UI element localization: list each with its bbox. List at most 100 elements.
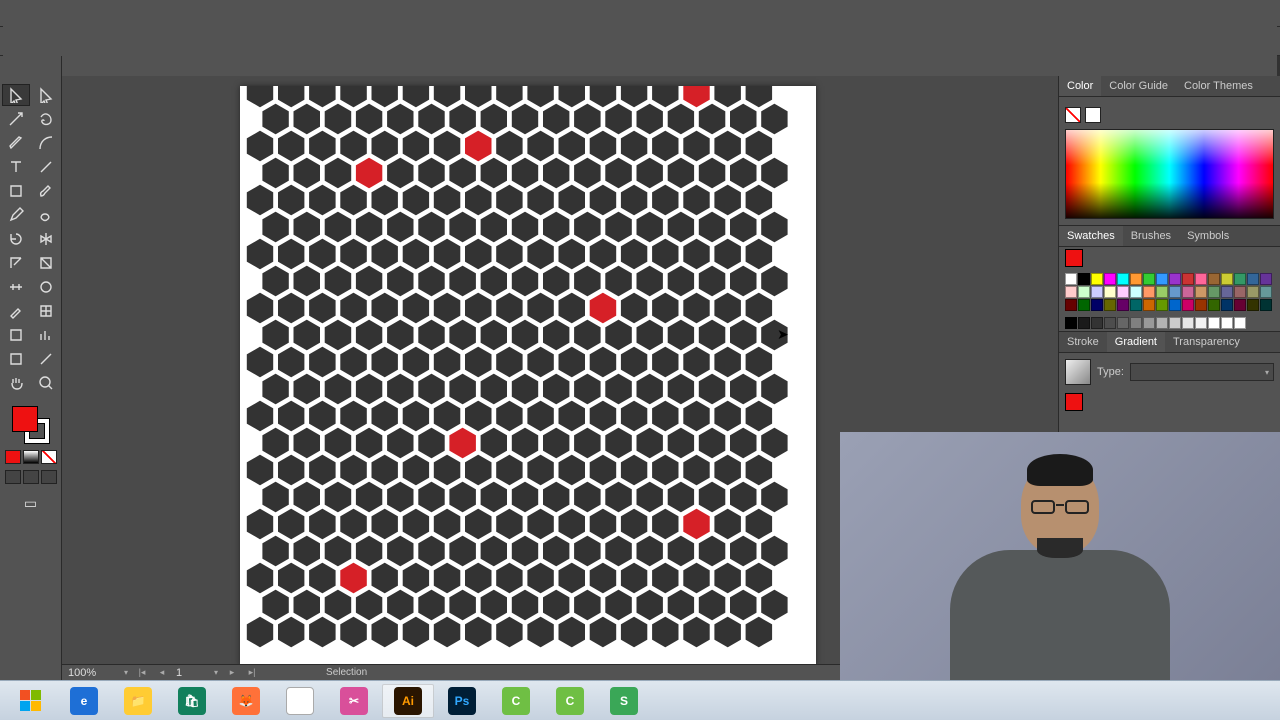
sheets-taskbar-icon[interactable]: S — [598, 684, 650, 718]
swatch[interactable] — [1221, 273, 1233, 285]
color-tab[interactable]: Color — [1059, 76, 1101, 96]
lasso-tool[interactable] — [32, 108, 60, 130]
paintbrush-tool[interactable] — [32, 180, 60, 202]
store-taskbar-icon[interactable]: 🛍 — [166, 684, 218, 718]
symbols-tab[interactable]: Symbols — [1179, 226, 1237, 246]
draw-behind-icon[interactable] — [23, 470, 39, 484]
magic-wand-tool[interactable] — [2, 108, 30, 130]
swatch[interactable] — [1221, 286, 1233, 298]
swatch[interactable] — [1117, 286, 1129, 298]
type-tool[interactable] — [2, 156, 30, 178]
mesh-tool[interactable] — [32, 300, 60, 322]
gradient-mode-icon[interactable] — [23, 450, 39, 464]
swatch[interactable] — [1104, 299, 1116, 311]
swatch[interactable] — [1221, 299, 1233, 311]
swatch[interactable] — [1182, 299, 1194, 311]
swatch[interactable] — [1130, 299, 1142, 311]
color-mode-icon[interactable] — [5, 450, 21, 464]
draw-inside-icon[interactable] — [41, 470, 57, 484]
gray-swatch[interactable] — [1130, 317, 1142, 329]
brushes-tab[interactable]: Brushes — [1123, 226, 1179, 246]
swatch[interactable] — [1247, 299, 1259, 311]
last-artboard-button[interactable]: ▸| — [246, 667, 258, 678]
swatch[interactable] — [1143, 286, 1155, 298]
camtasia2-taskbar-icon[interactable]: C — [544, 684, 596, 718]
current-swatch[interactable] — [1065, 249, 1083, 267]
illustrator-taskbar-icon[interactable]: Ai — [382, 684, 434, 718]
fill-white-swatch[interactable] — [1085, 107, 1101, 123]
swatch[interactable] — [1234, 299, 1246, 311]
gray-swatch[interactable] — [1078, 317, 1090, 329]
swatches-tab[interactable]: Swatches — [1059, 226, 1123, 246]
scale-tool[interactable] — [2, 252, 30, 274]
swatch[interactable] — [1169, 286, 1181, 298]
swatch[interactable] — [1104, 273, 1116, 285]
blob-brush-tool[interactable] — [32, 204, 60, 226]
swatch[interactable] — [1143, 273, 1155, 285]
zoom-tool[interactable] — [32, 372, 60, 394]
artboard-tool[interactable] — [2, 348, 30, 370]
swatch[interactable] — [1156, 273, 1168, 285]
screen-mode-icon[interactable]: ▭ — [17, 492, 45, 514]
swatch[interactable] — [1182, 286, 1194, 298]
line-tool[interactable] — [32, 156, 60, 178]
swatch[interactable] — [1234, 273, 1246, 285]
reflect-tool[interactable] — [32, 228, 60, 250]
fill-color-box[interactable] — [12, 406, 38, 432]
photoshop-taskbar-icon[interactable]: Ps — [436, 684, 488, 718]
swatch[interactable] — [1117, 273, 1129, 285]
next-artboard-button[interactable]: ▸ — [226, 667, 238, 678]
swatch[interactable] — [1130, 273, 1142, 285]
firefox-taskbar-icon[interactable]: 🦊 — [220, 684, 272, 718]
column-graph-tool[interactable] — [32, 324, 60, 346]
swatch[interactable] — [1156, 286, 1168, 298]
artboard-number-input[interactable] — [176, 667, 206, 679]
direct-selection-tool[interactable] — [32, 84, 60, 106]
zoom-input[interactable] — [68, 667, 116, 679]
swatch[interactable] — [1156, 299, 1168, 311]
gray-swatch[interactable] — [1221, 317, 1233, 329]
transparency-panel-tab[interactable]: Transparency — [1165, 332, 1248, 352]
swatch[interactable] — [1260, 273, 1272, 285]
explorer-taskbar-icon[interactable]: 📁 — [112, 684, 164, 718]
color-guide-tab[interactable]: Color Guide — [1101, 76, 1176, 96]
fill-none-swatch[interactable] — [1065, 107, 1081, 123]
gradient-tool[interactable] — [2, 324, 30, 346]
swatch[interactable] — [1195, 286, 1207, 298]
rotate-tool[interactable] — [2, 228, 30, 250]
ie-taskbar-icon[interactable]: e — [58, 684, 110, 718]
slice-tool[interactable] — [32, 348, 60, 370]
hand-tool[interactable] — [2, 372, 30, 394]
swatch[interactable] — [1234, 286, 1246, 298]
gray-swatch[interactable] — [1065, 317, 1077, 329]
swatch[interactable] — [1182, 273, 1194, 285]
gradient-panel-tab[interactable]: Gradient — [1107, 332, 1165, 352]
gray-swatch[interactable] — [1156, 317, 1168, 329]
gray-swatch[interactable] — [1182, 317, 1194, 329]
draw-normal-icon[interactable] — [5, 470, 21, 484]
none-mode-icon[interactable] — [41, 450, 57, 464]
swatch[interactable] — [1065, 299, 1077, 311]
swatch[interactable] — [1078, 286, 1090, 298]
swatch[interactable] — [1247, 273, 1259, 285]
swatch[interactable] — [1195, 299, 1207, 311]
swatch[interactable] — [1117, 299, 1129, 311]
gray-swatch[interactable] — [1195, 317, 1207, 329]
curvature-tool[interactable] — [32, 132, 60, 154]
swatch[interactable] — [1130, 286, 1142, 298]
selection-tool[interactable] — [2, 84, 30, 106]
swatch[interactable] — [1091, 273, 1103, 285]
fill-stroke-indicator[interactable] — [10, 404, 52, 446]
swatch[interactable] — [1143, 299, 1155, 311]
swatch[interactable] — [1104, 286, 1116, 298]
swatch[interactable] — [1065, 273, 1077, 285]
start-button[interactable] — [4, 684, 56, 718]
camtasia-taskbar-icon[interactable]: C — [490, 684, 542, 718]
free-transform-tool[interactable] — [32, 252, 60, 274]
swatch[interactable] — [1260, 299, 1272, 311]
gray-swatch[interactable] — [1091, 317, 1103, 329]
swatch[interactable] — [1195, 273, 1207, 285]
swatch[interactable] — [1091, 299, 1103, 311]
gradient-fill-swatch[interactable] — [1065, 393, 1083, 411]
width-tool[interactable] — [2, 276, 30, 298]
